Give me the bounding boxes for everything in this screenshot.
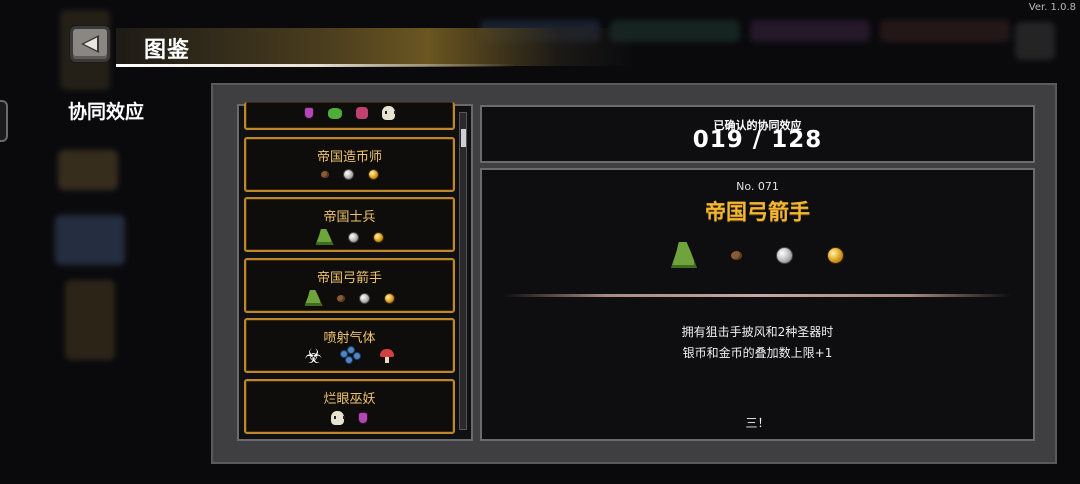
- skull-icon: [331, 411, 345, 425]
- card-icons: ☣: [246, 346, 453, 366]
- list-scrollbar[interactable]: [459, 112, 467, 430]
- gold-coin-icon: [372, 231, 384, 243]
- gold-coin-icon: [367, 169, 379, 180]
- silver-coin-icon: [776, 246, 793, 264]
- potion-icon: [358, 412, 368, 424]
- list-item-selected[interactable]: 帝国弓箭手: [244, 258, 455, 313]
- list-item[interactable]: 帝国造币师: [244, 137, 455, 192]
- list-item[interactable]: 帝国士兵: [244, 197, 455, 252]
- cloak-icon: [671, 242, 697, 268]
- blue-mushroom-icon: [340, 346, 362, 366]
- count-value: 019 / 128: [692, 127, 823, 153]
- back-arrow-icon: [81, 35, 99, 53]
- silver-coin-icon: [347, 231, 359, 243]
- back-button[interactable]: [70, 26, 110, 62]
- synergy-detail: No. 071 帝国弓箭手 拥有狙击手披风和2种圣器时 银币和金币的叠加数上限+…: [480, 168, 1035, 441]
- list-item[interactable]: 喷射气体 ☣: [244, 318, 455, 373]
- gold-coin-icon: [383, 292, 395, 304]
- detail-number: No. 071: [736, 180, 779, 193]
- detail-name: 帝国弓箭手: [705, 200, 810, 224]
- card-icons: [246, 290, 453, 306]
- version-label: Ver. 1.0.8: [1028, 2, 1076, 13]
- description-line: 银币和金币的叠加数上限+1: [682, 346, 833, 360]
- detail-divider: [504, 294, 1011, 297]
- seed-icon: [320, 171, 329, 178]
- list-item-label: 帝国弓箭手: [316, 271, 382, 286]
- detail-quote: 三！: [745, 416, 770, 430]
- skull-icon: [382, 106, 396, 120]
- red-mushroom-icon: [380, 349, 395, 363]
- list-item-label: 喷射气体: [323, 331, 376, 346]
- green-bug-icon: [328, 107, 342, 119]
- synergy-count-box: 已确认的协同效应 019 / 128: [480, 105, 1035, 163]
- biohazard-icon: ☣: [304, 344, 323, 368]
- silver-coin-icon: [358, 292, 370, 304]
- list-item[interactable]: [244, 102, 455, 130]
- list-item-label: 帝国士兵: [323, 210, 376, 225]
- pink-jar-icon: [356, 107, 368, 119]
- gold-coin-icon: [827, 246, 844, 264]
- detail-description: 拥有狙击手披风和2种圣器时 银币和金币的叠加数上限+1: [482, 322, 1033, 364]
- list-item[interactable]: 烂眼巫妖: [244, 379, 455, 434]
- list-item-label: 帝国造币师: [316, 150, 382, 165]
- seed-icon: [731, 250, 742, 260]
- list-item-label: 烂眼巫妖: [323, 392, 376, 407]
- card-icons: [246, 169, 453, 180]
- detail-icons: [482, 242, 1033, 268]
- card-icons: [246, 411, 453, 425]
- card-icons: [246, 106, 453, 120]
- header-underline: [116, 64, 516, 67]
- description-line: 拥有狙击手披风和2种圣器时: [681, 325, 834, 339]
- page-title: 图鉴: [144, 38, 191, 63]
- potion-icon: [304, 107, 314, 119]
- side-tab-handle[interactable]: [0, 100, 8, 142]
- category-heading: 协同效应: [68, 101, 145, 123]
- seed-icon: [336, 294, 345, 302]
- silver-coin-icon: [342, 169, 354, 180]
- card-icons: [246, 229, 453, 245]
- scrollbar-thumb[interactable]: [461, 129, 466, 147]
- cloak-icon: [315, 229, 334, 245]
- cloak-icon: [304, 290, 323, 306]
- header-bar: [116, 28, 636, 66]
